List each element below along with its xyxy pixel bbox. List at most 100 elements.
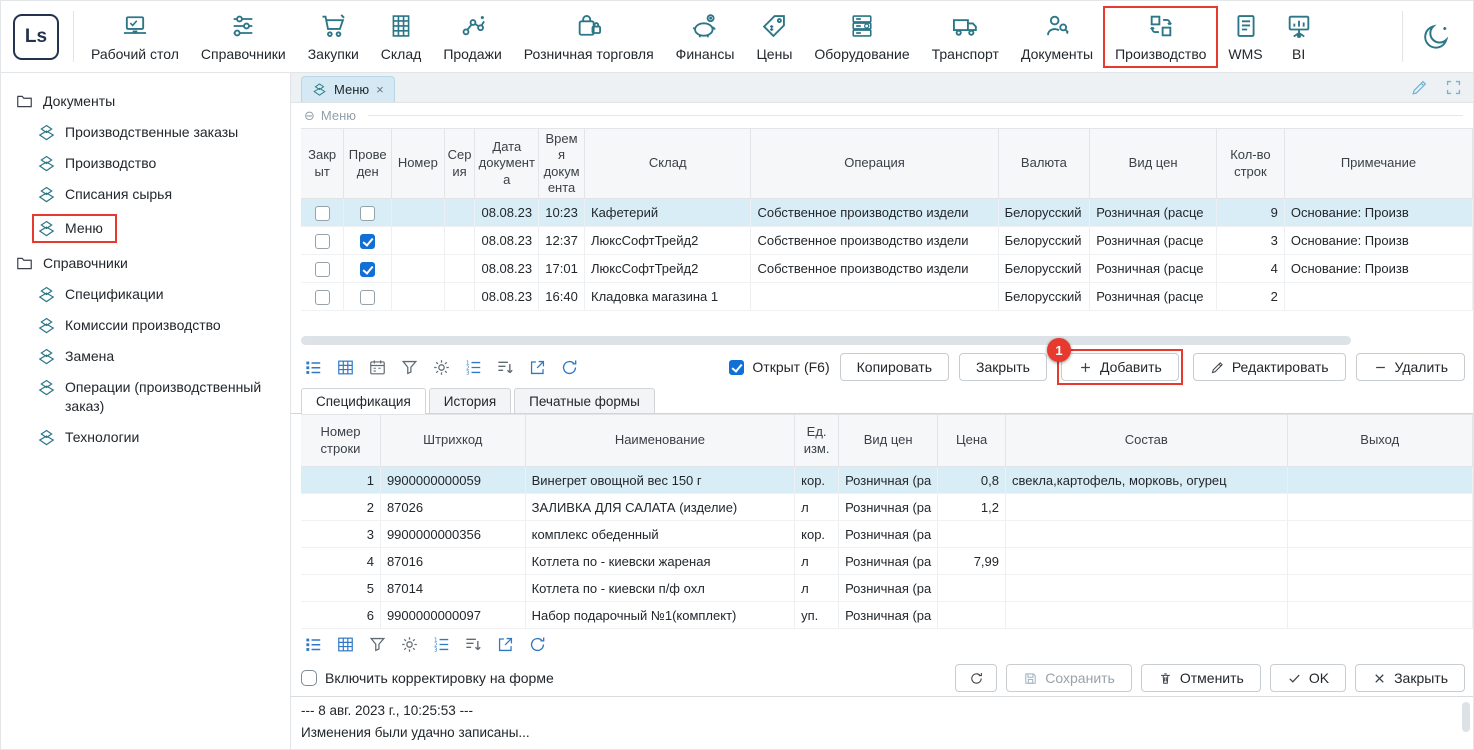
nav-item-production[interactable]: Производство [1104,7,1217,67]
tab-specification[interactable]: Спецификация [301,388,426,413]
close-document-button[interactable]: Закрыть [959,353,1047,381]
table-row[interactable]: 6 9900000000097 Набор подарочный №1(комп… [301,602,1473,629]
table-row[interactable]: 08.08.23 17:01 ЛюксСофтТрейд2 Собственно… [301,255,1473,283]
sidebar-item-specifications[interactable]: Спецификации [1,279,290,310]
closed-checkbox[interactable] [315,234,330,249]
sort-icon[interactable] [496,358,515,377]
nav-item-transport[interactable]: Транспорт [921,7,1010,67]
table-row[interactable]: 5 87014 Котлета по - киевски п/ф охл л Р… [301,575,1473,602]
tab-history[interactable]: История [429,388,511,413]
tab-close-icon[interactable]: × [376,83,384,96]
posted-checkbox[interactable] [360,262,375,277]
table-row[interactable]: 08.08.23 16:40 Кладовка магазина 1 Белор… [301,283,1473,311]
column-header-name[interactable]: Наименование [525,415,795,467]
sidebar-section-documents[interactable]: Документы [1,85,290,117]
posted-checkbox[interactable] [360,206,375,221]
sidebar-item-raw-writeoffs[interactable]: Списания сырья [1,179,290,210]
fullscreen-icon[interactable] [1444,78,1463,97]
table-row[interactable]: 3 9900000000356 комплекс обеденный кор. … [301,521,1473,548]
edit-button[interactable]: Редактировать [1193,353,1346,381]
nav-item-prices[interactable]: Цены [745,7,803,67]
vertical-scrollbar[interactable] [1462,702,1470,732]
table-row[interactable]: 1 9900000000059 Винегрет овощной вес 150… [301,467,1473,494]
column-header-operation[interactable]: Операция [751,129,998,199]
cancel-button[interactable]: Отменить [1141,664,1261,692]
grid-view-icon[interactable] [336,635,355,654]
copy-button[interactable]: Копировать [840,353,949,381]
open-filter-checkbox[interactable]: Открыт (F6) [729,359,829,375]
settings-icon[interactable] [432,358,451,377]
export-icon[interactable] [528,358,547,377]
nav-item-warehouse[interactable]: Склад [370,7,433,67]
add-button[interactable]: Добавить [1061,353,1179,381]
save-button[interactable]: Сохранить [1006,664,1132,692]
form-adjustment-checkbox[interactable]: Включить корректировку на форме [301,670,554,686]
column-header-time[interactable]: Время документа [539,129,585,199]
theme-toggle-button[interactable] [1409,16,1463,58]
nav-item-desktop[interactable]: Рабочий стол [80,7,190,67]
checkbox[interactable] [729,360,744,375]
column-header-output[interactable]: Выход [1287,415,1473,467]
column-header-composition[interactable]: Состав [1006,415,1288,467]
settings-icon[interactable] [400,635,419,654]
sidebar-item-production-commissions[interactable]: Комиссии производство [1,310,290,341]
numbered-list-icon[interactable] [464,358,483,377]
column-header-series[interactable]: Серия [444,129,475,199]
column-header-note[interactable]: Примечание [1284,129,1472,199]
column-header-date[interactable]: Дата документа [475,129,539,199]
sidebar-item-menu[interactable]: Меню [1,210,290,247]
checkbox[interactable] [301,670,317,686]
refresh-button[interactable] [955,664,997,692]
nav-item-documents[interactable]: Документы [1010,7,1104,67]
sidebar-item-production[interactable]: Производство [1,148,290,179]
numbered-list-icon[interactable] [432,635,451,654]
ok-button[interactable]: OK [1270,664,1346,692]
nav-item-equipment[interactable]: Оборудование [803,7,920,67]
app-logo[interactable]: Ls [13,14,59,60]
nav-item-purchases[interactable]: Закупки [297,7,370,67]
refresh-icon[interactable] [528,635,547,654]
table-row[interactable]: 4 87016 Котлета по - киевски жареная л Р… [301,548,1473,575]
column-header-unit[interactable]: Ед. изм. [795,415,839,467]
posted-checkbox[interactable] [360,290,375,305]
filter-icon[interactable] [368,635,387,654]
nav-item-retail[interactable]: Розничная торговля [513,7,665,67]
sidebar-item-replacement[interactable]: Замена [1,341,290,372]
column-header-price[interactable]: Цена [938,415,1006,467]
nav-item-finance[interactable]: Финансы [665,7,746,67]
sort-icon[interactable] [464,635,483,654]
edit-icon[interactable] [1410,78,1429,97]
column-header-price-type[interactable]: Вид цен [839,415,938,467]
refresh-icon[interactable] [560,358,579,377]
column-header-barcode[interactable]: Штрихкод [380,415,525,467]
filter-icon[interactable] [400,358,419,377]
tab-menu[interactable]: Меню × [301,76,395,102]
nav-item-references[interactable]: Справочники [190,7,297,67]
collapse-icon[interactable]: ⊖ [304,108,315,124]
table-row[interactable]: 08.08.23 10:23 Кафетерий Собственное про… [301,199,1473,227]
column-header-line-number[interactable]: Номер строки [301,415,380,467]
grid-view-icon[interactable] [336,358,355,377]
sidebar-item-production-orders[interactable]: Производственные заказы [1,117,290,148]
column-header-number[interactable]: Номер [392,129,444,199]
close-form-button[interactable]: Закрыть [1355,664,1465,692]
column-header-posted[interactable]: Проведен [344,129,392,199]
horizontal-scrollbar[interactable] [301,336,1351,345]
delete-button[interactable]: Удалить [1356,353,1465,381]
posted-checkbox[interactable] [360,234,375,249]
nav-item-bi[interactable]: BI [1274,7,1324,67]
nav-item-sales[interactable]: Продажи [432,7,512,67]
sidebar-item-operations[interactable]: Операции (производственный заказ) [1,372,290,422]
sidebar-section-references[interactable]: Справочники [1,247,290,279]
tab-print-forms[interactable]: Печатные формы [514,388,655,413]
table-row[interactable]: 08.08.23 12:37 ЛюксСофтТрейд2 Собственно… [301,227,1473,255]
list-view-icon[interactable] [304,635,323,654]
column-header-closed[interactable]: Закрыт [301,129,344,199]
column-header-line-count[interactable]: Кол-во строк [1216,129,1284,199]
column-header-currency[interactable]: Валюта [998,129,1090,199]
calendar-icon[interactable] [368,358,387,377]
column-header-warehouse[interactable]: Склад [585,129,751,199]
closed-checkbox[interactable] [315,262,330,277]
list-view-icon[interactable] [304,358,323,377]
column-header-price-type[interactable]: Вид цен [1090,129,1217,199]
